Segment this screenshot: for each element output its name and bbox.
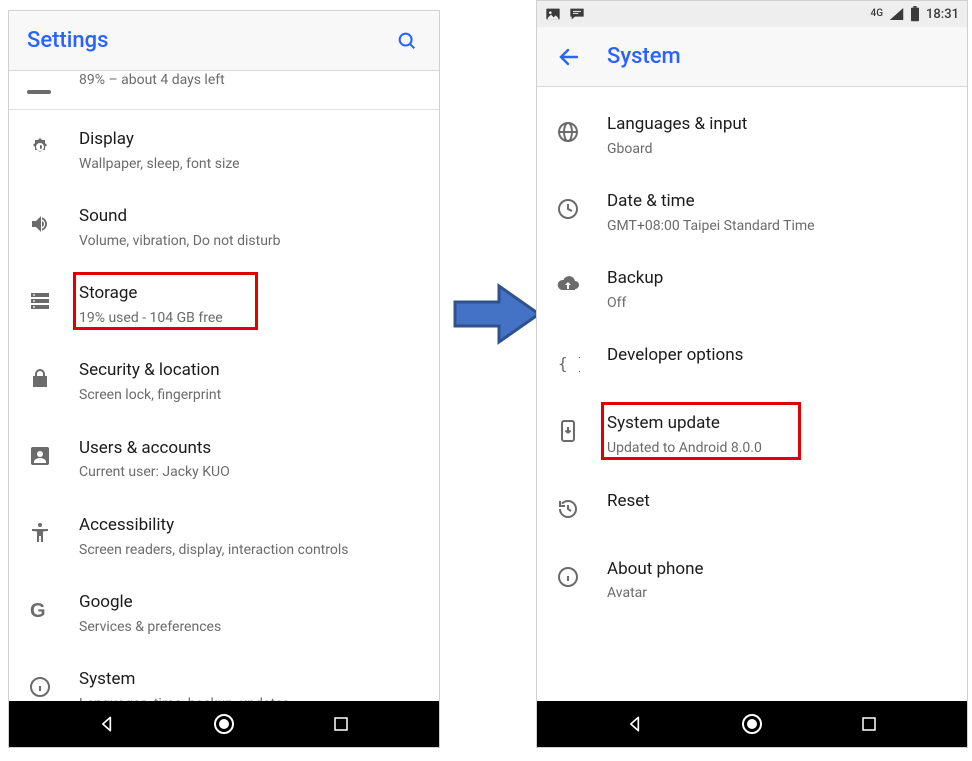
nav-home[interactable] [211, 711, 237, 737]
item-sub: Gboard [607, 140, 949, 158]
item-sub: GMT+08:00 Taipei Standard Time [607, 217, 949, 235]
info-icon [551, 560, 585, 594]
header-settings: Settings [9, 11, 439, 71]
item-sub: Wallpaper, sleep, font size [79, 155, 421, 173]
list-item-battery[interactable]: 89% – about 4 days left [9, 71, 439, 110]
nav-home-icon [212, 712, 236, 736]
search-button[interactable] [393, 27, 421, 55]
settings-list: 89% – about 4 days left Display Wallpape… [9, 71, 439, 729]
item-label: Users & accounts [79, 437, 421, 460]
item-sub: 19% used - 104 GB free [79, 309, 421, 327]
item-label: Accessibility [79, 514, 421, 537]
list-item-languages[interactable]: Languages & input Gboard [537, 97, 967, 174]
list-item-accessibility[interactable]: Accessibility Screen readers, display, i… [9, 498, 439, 575]
system-update-icon [551, 414, 585, 448]
nav-recent[interactable] [328, 711, 354, 737]
item-label: System update [607, 412, 949, 435]
status-time: 18:31 [926, 7, 959, 22]
message-notif-icon [569, 7, 585, 21]
list-item-google[interactable]: G Google Services & preferences [9, 575, 439, 652]
item-label: System [79, 668, 421, 691]
list-item-datetime[interactable]: Date & time GMT+08:00 Taipei Standard Ti… [537, 174, 967, 251]
nav-recent-icon [332, 715, 350, 733]
clock-icon [551, 192, 585, 226]
accessibility-icon [23, 516, 57, 550]
nav-back-icon [97, 714, 117, 734]
svg-text:G: G [30, 600, 46, 622]
list-item-reset[interactable]: Reset [537, 474, 967, 542]
item-label: Sound [79, 205, 421, 228]
list-item-security[interactable]: Security & location Screen lock, fingerp… [9, 343, 439, 420]
header-title: Settings [27, 28, 186, 53]
brightness-icon [23, 130, 57, 164]
nav-back-icon [625, 714, 645, 734]
info-icon [23, 670, 57, 704]
list-item-display[interactable]: Display Wallpaper, sleep, font size [9, 112, 439, 189]
item-label: About phone [607, 558, 949, 581]
braces-icon: { } [551, 346, 585, 380]
cloud-upload-icon [551, 269, 585, 303]
nav-back[interactable] [622, 711, 648, 737]
item-sub: Volume, vibration, Do not disturb [79, 232, 421, 250]
list-item-developer[interactable]: { } Developer options [537, 328, 967, 396]
item-sub: Updated to Android 8.0.0 [607, 439, 949, 457]
item-sub: Current user: Jacky KUO [79, 463, 421, 481]
nav-recent-icon [860, 715, 878, 733]
item-label: Display [79, 128, 421, 151]
item-label: Date & time [607, 190, 949, 213]
item-label: Languages & input [607, 113, 949, 136]
battery-icon [910, 6, 920, 22]
list-item-about[interactable]: About phone Avatar [537, 542, 967, 619]
nav-home[interactable] [739, 711, 765, 737]
restore-icon [551, 492, 585, 526]
list-item-sound[interactable]: Sound Volume, vibration, Do not disturb [9, 189, 439, 266]
image-notif-icon [545, 7, 561, 21]
item-label: Storage [79, 282, 421, 305]
battery-sub: 89% – about 4 days left [79, 71, 421, 89]
arrow-left-icon [557, 45, 581, 69]
item-label: Security & location [79, 359, 421, 382]
phone-settings: Settings 89% – about 4 days left Display… [8, 10, 440, 748]
item-label: Reset [607, 490, 949, 513]
arrow-right [453, 280, 543, 348]
list-item-backup[interactable]: Backup Off [537, 251, 967, 328]
item-label: Developer options [607, 344, 949, 367]
globe-icon [551, 115, 585, 149]
item-sub: Screen lock, fingerprint [79, 386, 421, 404]
list-item-users[interactable]: Users & accounts Current user: Jacky KUO [9, 421, 439, 498]
item-label: Backup [607, 267, 949, 290]
back-button[interactable] [555, 43, 583, 71]
lock-icon [23, 361, 57, 395]
network-label: 4G [871, 9, 884, 19]
nav-bar [9, 701, 439, 747]
nav-home-icon [740, 712, 764, 736]
svg-text:{ }: { } [558, 354, 580, 373]
system-list: Languages & input Gboard Date & time GMT… [537, 87, 967, 619]
nav-back[interactable] [94, 711, 120, 737]
battery-icon [23, 73, 57, 107]
list-item-storage[interactable]: Storage 19% used - 104 GB free [9, 266, 439, 343]
signal-icon [889, 7, 904, 21]
nav-bar [537, 701, 967, 747]
nav-recent[interactable] [856, 711, 882, 737]
list-item-system-update[interactable]: System update Updated to Android 8.0.0 [537, 396, 967, 473]
search-icon [396, 30, 418, 52]
google-icon: G [23, 593, 57, 627]
account-icon [23, 439, 57, 473]
item-sub: Off [607, 294, 949, 312]
status-bar: 4G 18:31 [537, 1, 967, 27]
header-system: System [537, 27, 967, 87]
item-sub: Services & preferences [79, 618, 421, 636]
volume-icon [23, 207, 57, 241]
phone-system: 4G 18:31 System Languages & input Gboard [536, 0, 968, 748]
item-label: Google [79, 591, 421, 614]
header-title: System [607, 44, 681, 69]
item-sub: Screen readers, display, interaction con… [79, 541, 421, 559]
item-sub: Avatar [607, 584, 949, 602]
storage-icon [23, 284, 57, 318]
